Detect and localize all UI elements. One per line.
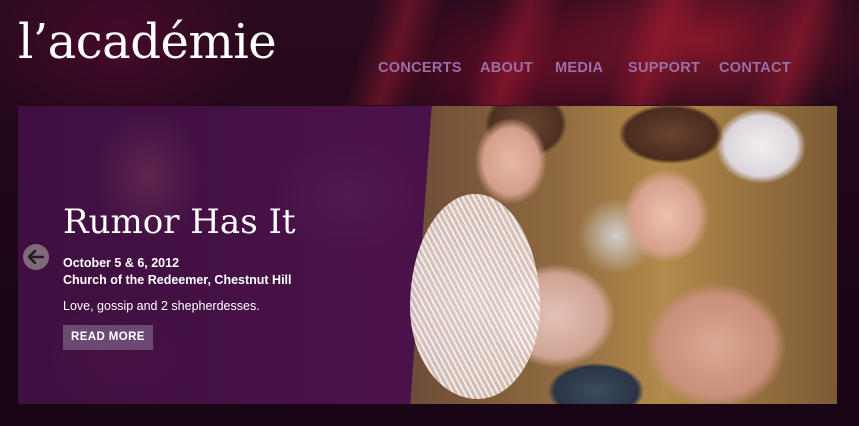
nav-item-concerts[interactable]: CONCERTS	[378, 60, 462, 76]
nav-item-media[interactable]: MEDIA	[555, 60, 603, 76]
curtain-fold	[602, 0, 708, 105]
curtain-fold	[342, 0, 448, 105]
hero-slider: Rumor Has It October 5 & 6, 2012 Church …	[18, 106, 837, 404]
hero-title: Rumor Has It	[63, 202, 296, 242]
curtain-fold	[742, 0, 848, 105]
event-description: Love, gossip and 2 shepherdesses.	[63, 299, 260, 313]
nav-item-about[interactable]: ABOUT	[480, 60, 533, 76]
site-logo[interactable]: l’académie	[18, 18, 277, 66]
arrow-left-icon	[28, 250, 44, 264]
event-venue: Church of the Redeemer, Chestnut Hill	[63, 273, 292, 287]
nav-item-contact[interactable]: CONTACT	[719, 60, 791, 76]
event-date: October 5 & 6, 2012	[63, 256, 180, 270]
read-more-button[interactable]: READ MORE	[63, 325, 153, 350]
hero-background-image	[18, 106, 423, 404]
nav-item-support[interactable]: SUPPORT	[628, 60, 700, 76]
main-nav: CONCERTS ABOUT MEDIA SUPPORT CONTACT	[0, 60, 859, 80]
slider-prev-button[interactable]	[23, 244, 49, 270]
curtain-fold	[462, 0, 568, 105]
